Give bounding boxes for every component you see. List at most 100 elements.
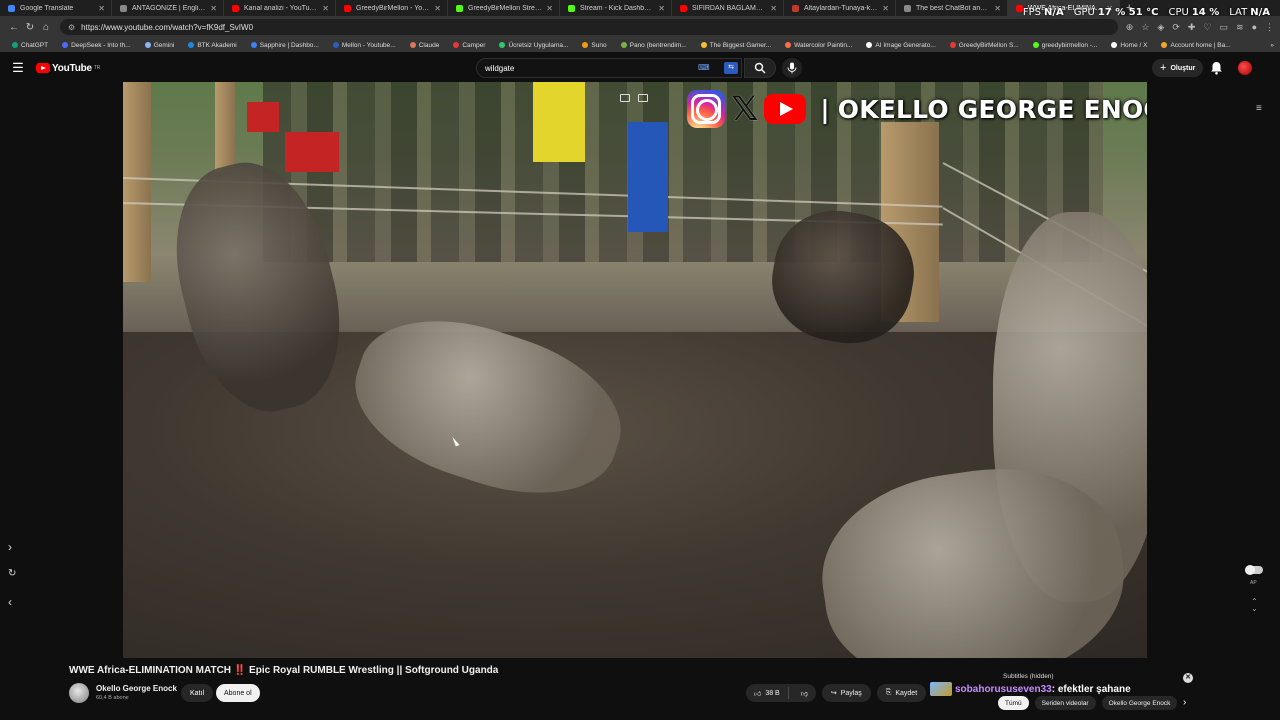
search-extension-icon[interactable]: ⇆ — [724, 62, 738, 74]
menu-dots-icon[interactable]: ⋮ — [1265, 22, 1274, 33]
bookmark-label: DeepSeek - Into th... — [71, 41, 131, 49]
tab-close-icon[interactable]: ✕ — [770, 4, 777, 13]
tab-close-icon[interactable]: ✕ — [434, 4, 441, 13]
bookmark-favicon-icon — [949, 42, 956, 48]
bookmark-item[interactable]: greedybirmellon -... — [1027, 42, 1104, 49]
sidebar-icon[interactable]: ▭ — [1220, 22, 1229, 33]
tab-title: Google Translate — [20, 4, 74, 12]
profile-icon[interactable]: ● — [1252, 22, 1257, 33]
home-icon[interactable]: ⌂ — [38, 22, 54, 33]
tab-close-icon[interactable]: ✕ — [210, 4, 217, 13]
favorites-icon[interactable]: ♡ — [1203, 22, 1211, 33]
chevron-right-icon[interactable]: › — [1183, 697, 1186, 708]
search-input[interactable] — [485, 63, 719, 73]
bookmark-favicon-icon — [144, 42, 151, 48]
toolbar-icons: ⊕ ☆ ◈ ⟳ ✚ ♡ ▭ ≋ ● ⋮ — [1126, 22, 1274, 33]
bookmark-label: Ücretsiz Uygulama... — [508, 41, 569, 49]
create-button[interactable]: + Oluştur — [1152, 59, 1204, 77]
bookmark-item[interactable]: Mellon - Youtube... — [327, 42, 402, 49]
autoplay-toggle[interactable] — [1245, 565, 1263, 575]
tab-close-icon[interactable]: ✕ — [658, 4, 665, 13]
search-button[interactable] — [744, 58, 776, 78]
browser-tab[interactable]: Kanal analizi - YouTube Studio ✕ — [224, 0, 336, 16]
filter-chip[interactable]: Seriden videolar — [1034, 696, 1096, 710]
browser-tab[interactable]: GreedyBirMellon - YouTube✕ — [336, 0, 448, 16]
browser-tab[interactable]: GreedyBirMellon Stream - Watch ✕ — [448, 0, 560, 16]
youtube-logo[interactable]: YouTube TR — [36, 63, 100, 74]
browser-tab[interactable]: ANTAGONIZE | English meaning ✕ — [112, 0, 224, 16]
hamburger-menu-icon[interactable]: ☰ — [0, 60, 36, 76]
share-button[interactable]: ↪ Paylaş — [821, 684, 871, 702]
youtube-logo-text: YouTube — [52, 62, 92, 74]
back-icon[interactable]: ← — [6, 22, 22, 33]
wifi-icon[interactable]: ≋ — [1236, 22, 1244, 33]
bookmark-item[interactable]: Camper — [447, 42, 491, 49]
reload-icon[interactable]: ↻ — [22, 22, 38, 33]
player-menu-icon[interactable]: ≡ — [1256, 103, 1262, 114]
voice-search-button[interactable] — [782, 58, 802, 78]
video-player[interactable]: 𝕏 |OKELLO GEORGE ENOCK — [123, 82, 1147, 658]
filter-chip[interactable]: Okello George Enock — [1101, 696, 1178, 710]
browser-tab[interactable]: The best ChatBot and Widgets ✕ — [896, 0, 1008, 16]
browser-tab[interactable]: Stream - Kick Dashboard ✕ — [560, 0, 672, 16]
bookmark-item[interactable]: Pano (bentrendim... — [615, 42, 693, 49]
tab-title: GreedyBirMellon Stream - Watch — [468, 4, 542, 12]
address-bar-row: ← ↻ ⌂ ⚙ https://www.youtube.com/watch?v=… — [0, 16, 1280, 38]
bookmark-item[interactable]: Sapphire | Dashbo... — [245, 42, 325, 49]
bookmark-favicon-icon — [620, 42, 627, 48]
related-filter-chips: Tümü Seriden videolar Okello George Enock — [998, 696, 1178, 710]
tab-close-icon[interactable]: ✕ — [98, 4, 105, 13]
expand-right-arrow-icon[interactable]: › — [8, 540, 12, 554]
bookmark-item[interactable]: The Biggest Gamer... — [695, 42, 777, 49]
zoom-icon[interactable]: ⊕ — [1126, 22, 1134, 33]
bookmark-item[interactable]: DeepSeek - Into th... — [56, 42, 137, 49]
browser-tab[interactable]: Google Translate ✕ — [0, 0, 112, 16]
screenshot-icon[interactable] — [638, 94, 648, 102]
picture-in-picture-icon[interactable] — [620, 94, 630, 102]
bookmark-item[interactable]: Claude — [404, 42, 446, 49]
join-button[interactable]: Katıl — [181, 684, 214, 702]
channel-name[interactable]: Okello George Enock — [96, 684, 177, 693]
all-bookmarks-icon[interactable]: » — [1270, 42, 1274, 49]
keyboard-icon[interactable]: ⌨ — [698, 63, 710, 72]
tab-close-icon[interactable]: ✕ — [322, 4, 329, 13]
extension-icon[interactable]: ◈ — [1157, 22, 1164, 33]
bookmark-item[interactable]: AI Image Generato... — [860, 42, 941, 49]
bookmark-item[interactable]: Account home | Ba... — [1155, 42, 1236, 49]
notifications-bell-icon[interactable] — [1210, 61, 1223, 75]
bookmark-label: Gemini — [153, 41, 175, 49]
bookmark-item[interactable]: Suno — [576, 42, 612, 49]
bookmark-item[interactable]: Home / X — [1105, 42, 1153, 49]
bookmark-item[interactable]: BTK Akademi — [182, 42, 242, 49]
scroll-arrows-icon[interactable]: ⌃ ⌄ — [1251, 598, 1258, 613]
browser-tab[interactable]: Altaylardan-Tunaya-kolay-nota ✕ — [784, 0, 896, 16]
bookmark-item[interactable]: Gemini — [139, 42, 181, 49]
plus-icon: + — [1160, 62, 1167, 74]
refresh-extension-icon[interactable]: ⟳ — [1172, 22, 1180, 33]
bookmark-item[interactable]: GreedyBirMellon S... — [944, 42, 1025, 49]
refresh-side-icon[interactable]: ↻ — [8, 568, 16, 579]
puzzle-icon[interactable]: ✚ — [1188, 22, 1196, 33]
bookmark-item[interactable]: ChatGPT — [6, 42, 54, 49]
tab-close-icon[interactable]: ✕ — [882, 4, 889, 13]
subscribe-button[interactable]: Abone ol — [216, 684, 260, 702]
channel-avatar[interactable] — [69, 683, 89, 703]
account-avatar[interactable] — [1238, 61, 1252, 75]
region-code: TR — [93, 65, 101, 71]
site-info-icon[interactable]: ⚙ — [68, 23, 75, 32]
close-icon[interactable]: ✕ — [1183, 673, 1193, 683]
filter-chip[interactable]: Tümü — [998, 696, 1029, 710]
url-field[interactable]: ⚙ https://www.youtube.com/watch?v=fK9df_… — [60, 19, 1118, 35]
browser-tab[interactable]: SIFIRDAN BAĞLAMA DERSLERİ ✕ — [672, 0, 784, 16]
like-button[interactable]: 👍︎ 38 B — [746, 687, 789, 699]
video-title-main: WWE Africa-ELIMINATION MATCH — [69, 665, 232, 676]
bookmark-item[interactable]: Watercolor Paintin... — [779, 42, 858, 49]
save-bookmark-icon: ⎘ — [885, 689, 892, 696]
bookmark-star-icon[interactable]: ☆ — [1141, 22, 1149, 33]
dislike-button[interactable]: 👎︎ — [793, 689, 816, 698]
tab-close-icon[interactable]: ✕ — [546, 4, 553, 13]
save-button[interactable]: ⎘ Kaydet — [876, 684, 927, 702]
bookmark-item[interactable]: Ücretsiz Uygulama... — [493, 42, 574, 49]
collapse-left-arrow-icon[interactable]: ‹ — [8, 595, 12, 609]
tab-close-icon[interactable]: ✕ — [994, 4, 1001, 13]
